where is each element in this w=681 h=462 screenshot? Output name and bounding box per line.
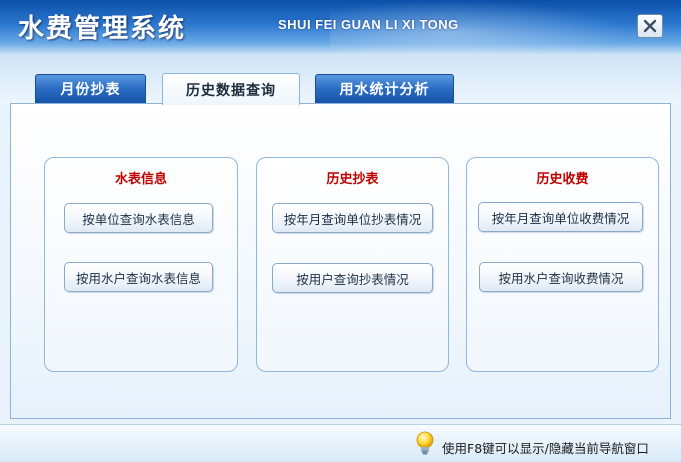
group-title: 历史抄表 — [326, 172, 379, 187]
tab-usage-statistics[interactable]: 用水统计分析 — [315, 74, 454, 104]
query-charges-by-month-unit-button[interactable]: 按年月查询单位收费情况 — [478, 202, 643, 232]
tab-monthly-reading[interactable]: 月份抄表 — [35, 74, 146, 104]
footer-hint: 使用F8键可以显示/隐藏当前导航窗口 — [442, 441, 649, 456]
close-button[interactable] — [637, 14, 663, 38]
title-bar: 水费管理系统 SHUI FEI GUAN LI XI TONG — [0, 0, 681, 54]
app-subtitle: SHUI FEI GUAN LI XI TONG — [278, 17, 459, 32]
query-reading-by-month-unit-button[interactable]: 按年月查询单位抄表情况 — [272, 203, 433, 233]
query-meter-by-user-button[interactable]: 按用水户查询水表信息 — [64, 262, 213, 292]
lightbulb-icon — [416, 431, 434, 455]
group-title: 历史收费 — [536, 172, 589, 187]
query-reading-by-user-button[interactable]: 按用户查询抄表情况 — [272, 263, 433, 293]
close-icon — [643, 19, 657, 33]
query-meter-by-unit-button[interactable]: 按单位查询水表信息 — [64, 203, 213, 233]
query-charges-by-user-button[interactable]: 按用水户查询收费情况 — [479, 262, 643, 292]
group-title: 水表信息 — [114, 172, 167, 187]
app-title: 水费管理系统 — [18, 14, 187, 44]
tab-history-query[interactable]: 历史数据查询 — [162, 73, 300, 105]
